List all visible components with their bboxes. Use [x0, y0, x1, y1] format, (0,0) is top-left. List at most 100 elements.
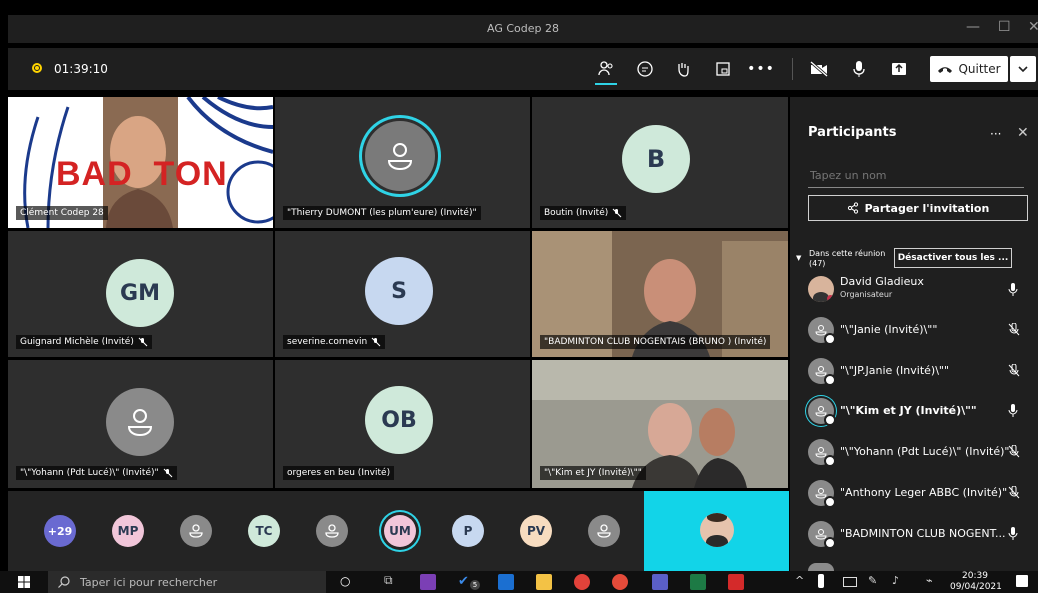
avatar: B — [622, 125, 690, 193]
video-tile-severine[interactable]: S severine.cornevin — [275, 231, 530, 357]
partial-avatar — [808, 563, 834, 571]
leave-button[interactable]: Quitter — [930, 56, 1008, 82]
toolbar-divider — [792, 58, 793, 80]
camera-off-icon — [810, 60, 828, 78]
mail-badge: 5 — [470, 580, 480, 590]
share-invitation-button[interactable]: Partager l'invitation — [808, 195, 1028, 221]
cortana-icon[interactable]: ○ — [340, 574, 350, 588]
hand-icon — [678, 63, 689, 77]
tile-name-label: "Thierry DUMONT (les plum'eure) (Invité)… — [283, 206, 481, 220]
banner-text: BAD TON — [56, 155, 228, 193]
pen-icon[interactable]: ✎ — [868, 574, 877, 587]
hang-up-icon — [938, 66, 953, 73]
meeting-toolbar: 01:39:10 ••• Quitter — [8, 48, 1038, 90]
panel-more-icon[interactable]: ··· — [990, 127, 1001, 141]
chevron-down-icon — [1018, 65, 1028, 72]
microphone-toggle[interactable] — [846, 56, 872, 82]
outlook-icon[interactable] — [498, 574, 514, 590]
mute-all-button[interactable]: Désactiver tous les ... — [894, 248, 1012, 268]
network-icon[interactable]: ⌁ — [926, 574, 933, 587]
self-avatar — [700, 513, 734, 547]
close-window-icon[interactable]: ✕ — [1028, 19, 1038, 35]
file-explorer-icon[interactable] — [536, 574, 552, 590]
taskbar-clock[interactable]: 20:39 09/04/2021 — [950, 571, 1002, 593]
people-icon — [598, 61, 613, 76]
minimize-icon[interactable]: — — [966, 19, 980, 35]
avatar: GM — [106, 259, 174, 327]
participants-button[interactable] — [593, 56, 619, 82]
strip-avatar-speaking[interactable]: UM — [384, 515, 416, 547]
person-icon — [808, 480, 836, 508]
video-tile-clement[interactable]: BAD TON Clément Codep 28 — [8, 97, 273, 228]
participant-name: "\"Yohann (Pdt Lucé)\" (Invité)" — [840, 445, 1010, 458]
rooms-button[interactable] — [710, 56, 736, 82]
battery-icon[interactable] — [843, 577, 857, 587]
tile-name-label: Guignard Michèle (Invité) — [16, 335, 152, 349]
section-label: Dans cette réunion — [809, 249, 886, 258]
tray-chevron-up-icon[interactable]: ^ — [795, 574, 804, 587]
recording-icon — [32, 63, 42, 73]
share-screen-button[interactable] — [886, 56, 912, 82]
more-actions-icon[interactable]: ••• — [747, 56, 774, 82]
teams-icon[interactable] — [652, 574, 668, 590]
strip-person-icon[interactable] — [180, 515, 212, 547]
notifications-icon[interactable] — [1016, 575, 1028, 587]
excel-icon[interactable] — [690, 574, 706, 590]
taskbar-search-box[interactable]: Taper ici pour rechercher — [48, 571, 326, 593]
meeting-timer: 01:39:10 — [54, 62, 108, 76]
video-tile-guignard[interactable]: GM Guignard Michèle (Invité) — [8, 231, 273, 357]
strip-person-icon[interactable] — [588, 515, 620, 547]
video-tile-yohann[interactable]: "\"Yohann (Pdt Lucé)\" (Invité)" — [8, 360, 273, 488]
video-tile-badminton-club[interactable]: "BADMINTON CLUB NOGENTAIS (BRUNO ) (Invi… — [532, 231, 788, 357]
microphone-icon — [1008, 283, 1018, 296]
microphone-icon — [853, 61, 865, 77]
participant-name: "Anthony Leger ABBC (Invité)" — [840, 486, 1008, 499]
video-tile-thierry[interactable]: "Thierry DUMONT (les plum'eure) (Invité)… — [275, 97, 530, 228]
section-header[interactable]: Dans cette réunion (47) — [809, 249, 885, 269]
window-title-bar: AG Codep 28 — ☐ ✕ — [8, 15, 1038, 43]
tile-name-label: severine.cornevin — [283, 335, 386, 349]
acrobat-icon[interactable] — [728, 574, 744, 590]
avatar: S — [365, 257, 433, 325]
person-icon — [365, 121, 435, 191]
windows-start-icon[interactable] — [18, 576, 30, 588]
mic-off-icon — [1008, 364, 1020, 377]
participant-name: "\"Kim et JY (Invité)\"" — [840, 404, 977, 417]
onenote-icon[interactable] — [420, 574, 436, 590]
collapse-caret-icon[interactable]: ▼ — [796, 254, 801, 262]
camera-toggle[interactable] — [806, 56, 832, 82]
tile-name-label: Clément Codep 28 — [16, 206, 108, 220]
participants-panel: Participants ··· ✕ Partager l'invitation… — [790, 97, 1038, 571]
video-tile-orgeres[interactable]: OB orgeres en beu (Invité) — [275, 360, 530, 488]
participant-role: Organisateur — [840, 290, 893, 299]
strip-person-icon[interactable] — [316, 515, 348, 547]
raise-hand-button[interactable] — [670, 56, 696, 82]
person-icon — [808, 358, 836, 386]
self-view[interactable] — [644, 491, 789, 571]
maximize-icon[interactable]: ☐ — [998, 19, 1011, 35]
strip-avatar[interactable]: P — [452, 515, 484, 547]
mic-off-icon — [612, 208, 622, 218]
panel-title: Participants — [808, 125, 897, 140]
strip-avatar[interactable]: PV — [520, 515, 552, 547]
chat-button[interactable] — [632, 56, 658, 82]
strip-avatar[interactable]: MP — [112, 515, 144, 547]
avatar: OB — [365, 386, 433, 454]
chrome-profile-icon[interactable] — [612, 574, 628, 590]
mic-off-icon — [138, 337, 148, 347]
strip-avatar[interactable]: TC — [248, 515, 280, 547]
close-panel-icon[interactable]: ✕ — [1017, 125, 1029, 141]
usb-icon[interactable] — [818, 574, 824, 588]
task-view-icon[interactable]: ⧉ — [384, 573, 393, 588]
clock-date: 09/04/2021 — [950, 582, 1002, 592]
video-tile-kim-jy[interactable]: "\"Kim et JY (Invité)\"" — [532, 360, 788, 488]
participant-name: "\"JP.Janie (Invité)\"" — [840, 364, 950, 377]
person-icon — [808, 521, 836, 549]
leave-options-button[interactable] — [1010, 56, 1036, 82]
mic-off-icon — [1008, 445, 1020, 458]
participant-search-input[interactable] — [808, 163, 1024, 188]
video-tile-boutin[interactable]: B Boutin (Invité) — [532, 97, 788, 228]
chrome-icon[interactable] — [574, 574, 590, 590]
volume-icon[interactable]: ♪ — [892, 574, 899, 587]
overflow-count[interactable]: +29 — [44, 515, 76, 547]
